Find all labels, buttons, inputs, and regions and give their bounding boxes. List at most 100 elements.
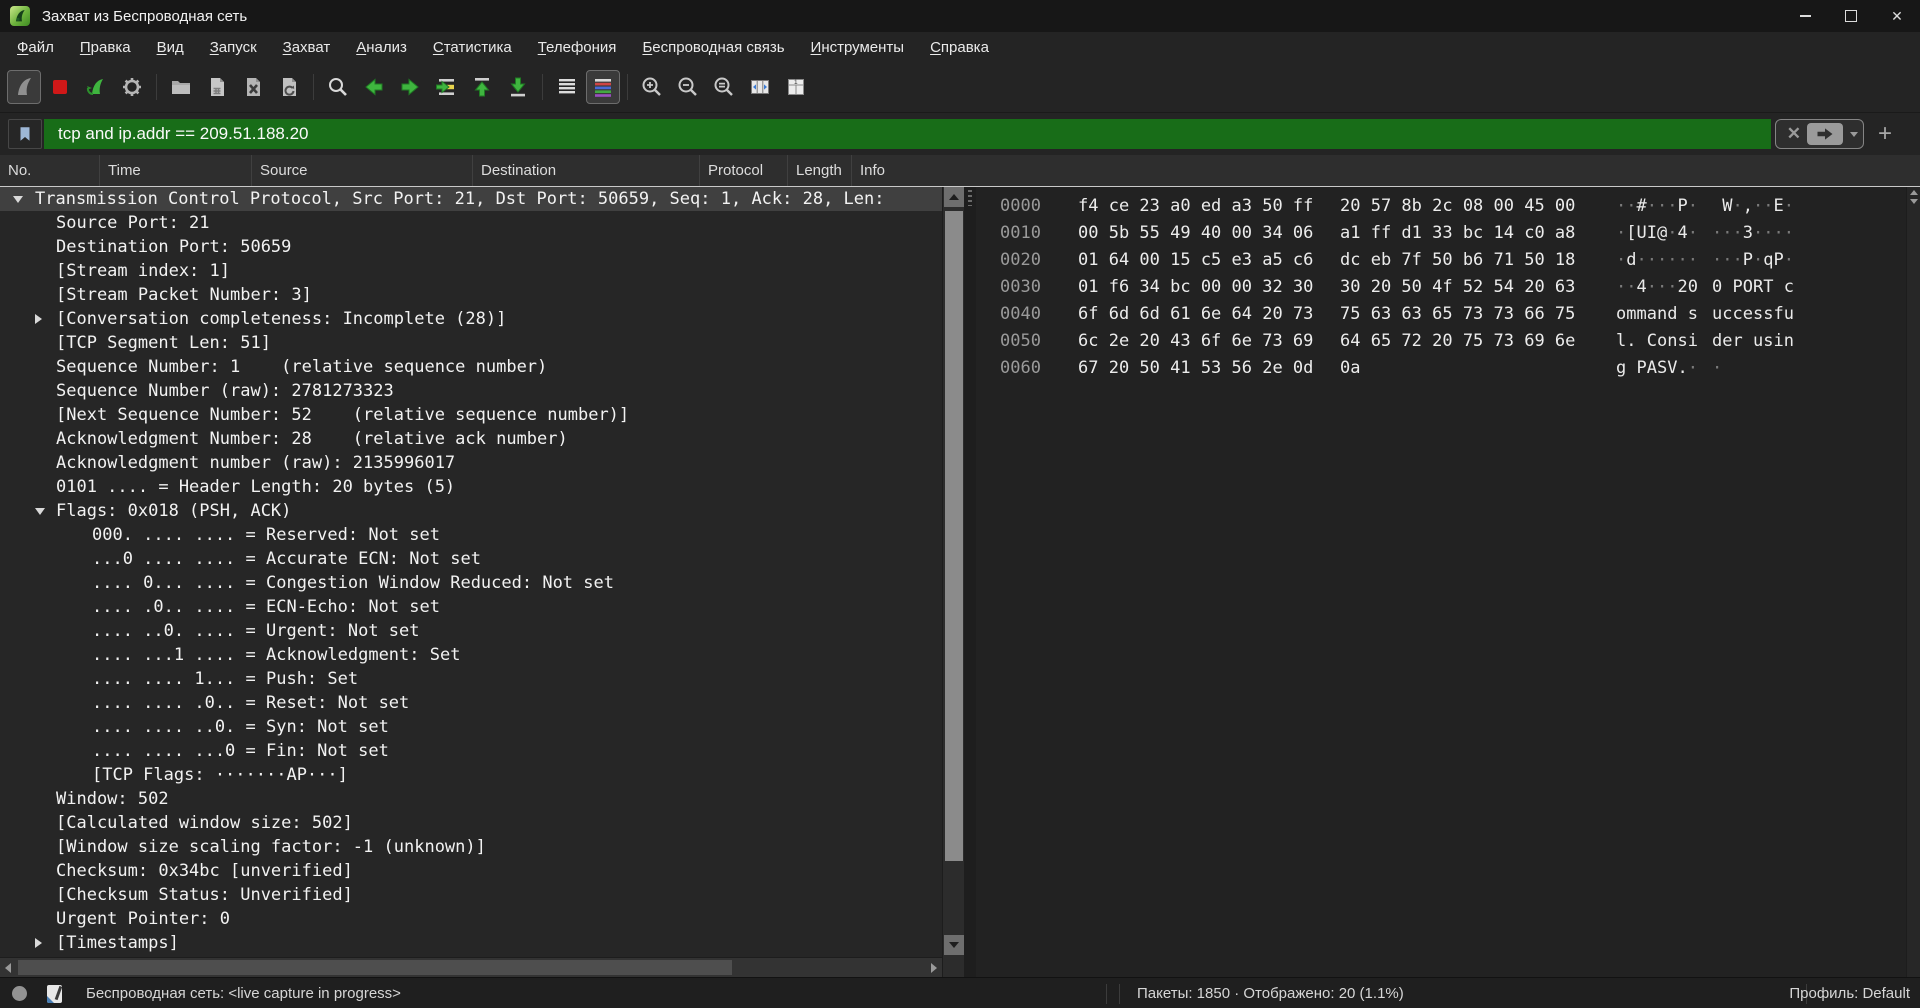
details-horizontal-scrollbar[interactable] <box>0 957 942 977</box>
filter-bookmark-button[interactable] <box>8 119 42 149</box>
detail-row[interactable]: .... .0.. .... = ECN-Echo: Not set <box>0 595 942 619</box>
column-header-info[interactable]: Info <box>852 155 1920 186</box>
detail-row[interactable]: Window: 502 <box>0 787 942 811</box>
column-header-protocol[interactable]: Protocol <box>700 155 788 186</box>
detail-row[interactable]: .... .... 1... = Push: Set <box>0 667 942 691</box>
detail-row[interactable]: Urgent Pointer: 0 <box>0 907 942 931</box>
hex-row[interactable]: 002001 64 00 15 c5 e3 a5 c6dc eb 7f 50 b… <box>976 247 1906 274</box>
menu-item-help[interactable]: Справка <box>917 35 1002 60</box>
find-packet-button[interactable] <box>321 70 355 104</box>
detail-row[interactable]: Transmission Control Protocol, Src Port:… <box>0 187 942 211</box>
hex-row[interactable]: 0000f4 ce 23 a0 ed a3 50 ff20 57 8b 2c 0… <box>976 193 1906 220</box>
detail-row[interactable]: Source Port: 21 <box>0 211 942 235</box>
zoom-in-button[interactable] <box>635 70 669 104</box>
detail-row[interactable]: .... 0... .... = Congestion Window Reduc… <box>0 571 942 595</box>
detail-row[interactable]: .... .... ...0 = Fin: Not set <box>0 739 942 763</box>
hex-row[interactable]: 003001 f6 34 bc 00 00 32 3030 20 50 4f 5… <box>976 274 1906 301</box>
detail-row[interactable]: [Stream Packet Number: 3] <box>0 283 942 307</box>
restart-capture-button[interactable] <box>79 70 113 104</box>
menu-item-wireless[interactable]: Беспроводная связь <box>629 35 797 60</box>
display-filter-input[interactable]: tcp and ip.addr == 209.51.188.20 <box>44 119 1771 149</box>
close-file-button[interactable] <box>236 70 270 104</box>
menu-item-file[interactable]: Файл <box>4 35 67 60</box>
hex-dump-pane[interactable]: 0000f4 ce 23 a0 ed a3 50 ff20 57 8b 2c 0… <box>976 187 1906 977</box>
previous-packet-button[interactable] <box>357 70 391 104</box>
capture-options-button[interactable] <box>115 70 149 104</box>
profile-text[interactable]: Профиль: Default <box>1789 985 1910 1002</box>
save-file-button[interactable] <box>200 70 234 104</box>
detail-row[interactable]: [Next Sequence Number: 52 (relative sequ… <box>0 403 942 427</box>
add-filter-button[interactable]: + <box>1878 122 1892 146</box>
resize-columns-button[interactable] <box>743 70 777 104</box>
menu-item-tools[interactable]: Инструменты <box>798 35 918 60</box>
expert-info-icon[interactable] <box>12 986 27 1001</box>
scroll-up-button[interactable] <box>944 187 964 207</box>
detail-row[interactable]: [Stream index: 1] <box>0 259 942 283</box>
detail-row[interactable]: Acknowledgment Number: 28 (relative ack … <box>0 427 942 451</box>
colorize-packets-button[interactable] <box>586 70 620 104</box>
collapse-arrow-icon[interactable] <box>13 196 23 203</box>
expand-arrow-icon[interactable] <box>35 314 42 324</box>
menu-item-capture[interactable]: Захват <box>270 35 344 60</box>
menu-item-analyze[interactable]: Анализ <box>343 35 420 60</box>
apply-filter-button[interactable] <box>1807 123 1843 145</box>
go-to-packet-button[interactable] <box>429 70 463 104</box>
next-packet-button[interactable] <box>393 70 427 104</box>
detail-row[interactable]: ...0 .... .... = Accurate ECN: Not set <box>0 547 942 571</box>
column-header-time[interactable]: Time <box>100 155 252 186</box>
fit-columns-button[interactable]: 1 <box>779 70 813 104</box>
filter-dropdown-icon[interactable] <box>1850 132 1858 137</box>
detail-row[interactable]: .... ..0. .... = Urgent: Not set <box>0 619 942 643</box>
packet-details-pane[interactable]: Transmission Control Protocol, Src Port:… <box>0 187 942 957</box>
details-vertical-scrollbar[interactable] <box>942 187 964 977</box>
column-header-no[interactable]: No. <box>0 155 100 186</box>
menu-item-view[interactable]: Вид <box>144 35 197 60</box>
collapse-arrow-icon[interactable] <box>35 508 45 515</box>
detail-row[interactable]: [TCP Segment Len: 51] <box>0 331 942 355</box>
detail-row[interactable]: 0101 .... = Header Length: 20 bytes (5) <box>0 475 942 499</box>
expand-arrow-icon[interactable] <box>35 938 42 948</box>
horizontal-scroll-thumb[interactable] <box>18 960 732 975</box>
zoom-out-button[interactable] <box>671 70 705 104</box>
detail-row[interactable]: .... .... ..0. = Syn: Not set <box>0 715 942 739</box>
scroll-right-icon[interactable] <box>931 963 937 973</box>
column-header-destination[interactable]: Destination <box>473 155 700 186</box>
capture-comment-icon[interactable] <box>47 985 62 1003</box>
detail-row[interactable]: Checksum: 0x34bc [unverified] <box>0 859 942 883</box>
detail-row[interactable]: .... .... .0.. = Reset: Not set <box>0 691 942 715</box>
detail-row[interactable]: [Timestamps] <box>0 931 942 955</box>
detail-row[interactable]: [Window size scaling factor: -1 (unknown… <box>0 835 942 859</box>
packet-list-scrollbar[interactable] <box>1906 187 1920 977</box>
open-file-button[interactable] <box>164 70 198 104</box>
list-scroll-down-icon[interactable] <box>1910 199 1918 204</box>
detail-row[interactable]: .... ...1 .... = Acknowledgment: Set <box>0 643 942 667</box>
close-button[interactable]: ✕ <box>1874 0 1920 32</box>
detail-row[interactable]: 000. .... .... = Reserved: Not set <box>0 523 942 547</box>
column-header-length[interactable]: Length <box>788 155 852 186</box>
clear-filter-button[interactable]: ✕ <box>1781 124 1807 144</box>
column-header-source[interactable]: Source <box>252 155 473 186</box>
scroll-left-icon[interactable] <box>5 963 11 973</box>
hex-row[interactable]: 00506c 2e 20 43 6f 6e 73 6964 65 72 20 7… <box>976 328 1906 355</box>
menu-item-statistics[interactable]: Статистика <box>420 35 525 60</box>
pane-splitter[interactable] <box>964 187 976 977</box>
maximize-button[interactable] <box>1828 0 1874 32</box>
start-capture-button[interactable] <box>7 70 41 104</box>
minimize-button[interactable] <box>1782 0 1828 32</box>
menu-item-edit[interactable]: Правка <box>67 35 144 60</box>
list-scroll-up-icon[interactable] <box>1910 190 1918 195</box>
last-packet-button[interactable] <box>501 70 535 104</box>
scroll-down-button[interactable] <box>944 935 964 955</box>
menu-item-telephony[interactable]: Телефония <box>525 35 630 60</box>
hex-row[interactable]: 006067 20 50 41 53 56 2e 0d0ag PASV.·· <box>976 355 1906 382</box>
stop-capture-button[interactable] <box>43 70 77 104</box>
first-packet-button[interactable] <box>465 70 499 104</box>
detail-row[interactable]: [TCP Flags: ·······AP···] <box>0 763 942 787</box>
auto-scroll-button[interactable] <box>550 70 584 104</box>
detail-row[interactable]: [Conversation completeness: Incomplete (… <box>0 307 942 331</box>
detail-row[interactable]: Sequence Number (raw): 2781273323 <box>0 379 942 403</box>
detail-row[interactable]: Acknowledgment number (raw): 2135996017 <box>0 451 942 475</box>
detail-row[interactable]: [Checksum Status: Unverified] <box>0 883 942 907</box>
detail-row[interactable]: Sequence Number: 1 (relative sequence nu… <box>0 355 942 379</box>
detail-row[interactable]: Destination Port: 50659 <box>0 235 942 259</box>
